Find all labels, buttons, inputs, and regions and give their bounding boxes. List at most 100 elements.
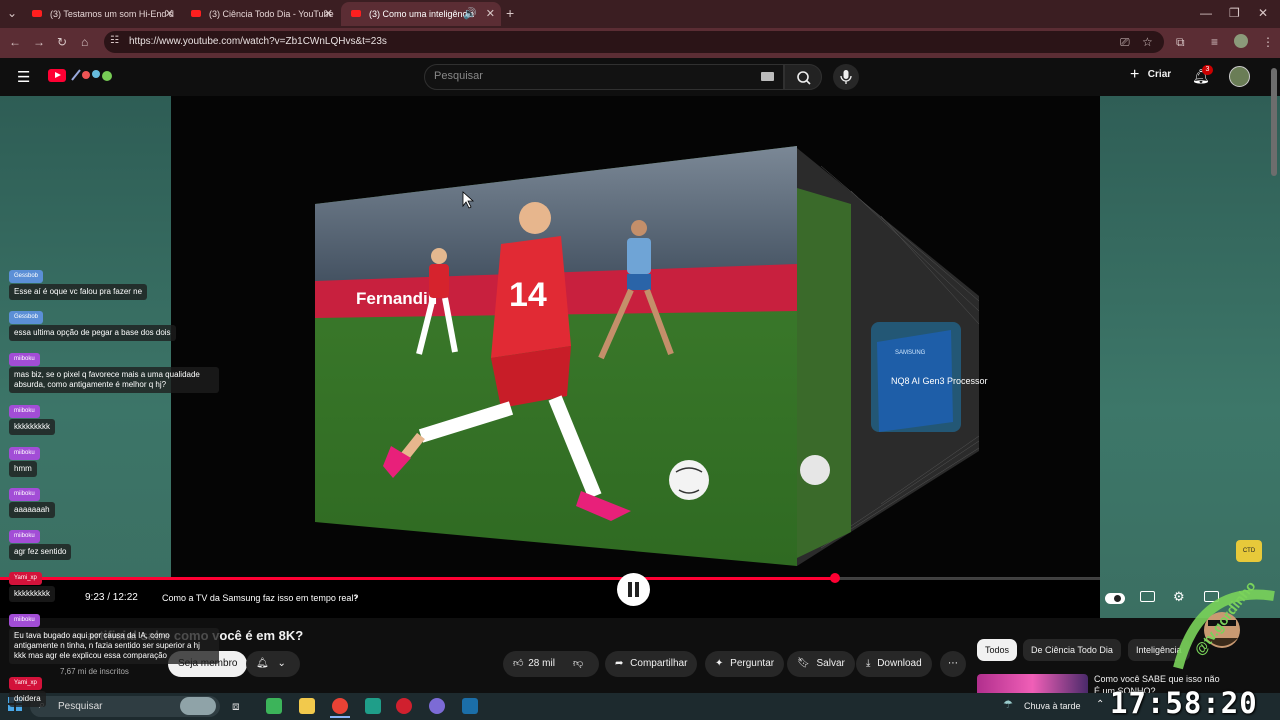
tab-search-icon[interactable]: ⌄ (7, 6, 17, 20)
like-count: 28 mil (528, 658, 555, 669)
chat-message: agr fez sentido (9, 544, 72, 560)
chat-message: doidera (9, 691, 46, 707)
like-button[interactable]: 👍︎ 28 mil (513, 658, 555, 669)
task-view-icon[interactable]: ⧈ (232, 699, 240, 714)
autoplay-toggle[interactable] (1105, 593, 1125, 604)
close-window-icon[interactable]: ✕ (1258, 6, 1268, 20)
page-scrollbar[interactable] (1271, 68, 1277, 176)
youtube-favicon-icon (351, 10, 361, 17)
cast-icon[interactable]: ⎚ (1120, 35, 1130, 50)
app-green-icon[interactable] (365, 698, 381, 714)
site-info-icon[interactable]: ☷ (110, 35, 119, 46)
active-app-indicator (330, 716, 350, 718)
youtube-favicon-icon (32, 10, 42, 17)
tab-como-uma-inteligencia[interactable]: (3) Como uma inteligência 🔊 ✕ (341, 2, 501, 26)
download-label: Download (877, 658, 922, 669)
chat-username: miiboku (9, 353, 40, 366)
chat-username: Gessbob (9, 311, 44, 324)
back-icon[interactable]: ← (9, 35, 21, 49)
minimize-window-icon[interactable]: — (1200, 6, 1212, 20)
chapter-title[interactable]: Como a TV da Samsung faz isso em tempo r… (162, 593, 358, 603)
notifications-button[interactable]: 🔔︎ 3 (1192, 65, 1213, 86)
more-actions-button[interactable]: ⋯ (940, 651, 966, 677)
soccer-ball (669, 460, 709, 500)
chat-message: kkkkkkkkk (9, 586, 55, 602)
progress-scrubber[interactable] (829, 573, 840, 583)
ask-button[interactable]: ✦ Perguntar (705, 651, 785, 677)
plus-icon: + (1130, 66, 1140, 83)
tray-chevron-icon[interactable]: ⌃ (1096, 699, 1104, 710)
close-tab-icon[interactable]: ✕ (324, 2, 333, 26)
reload-icon[interactable]: ↻ (57, 35, 67, 49)
steam-app-icon[interactable] (462, 698, 478, 714)
bookmark-star-icon[interactable]: ☆ (1142, 35, 1153, 49)
tab-title: (3) Testamos um som Hi-End d (50, 9, 174, 19)
close-tab-icon[interactable]: ✕ (165, 2, 174, 26)
chat-username: Yami_xp (9, 677, 42, 690)
search-icon (797, 71, 811, 85)
youtube-favicon-icon (191, 10, 201, 17)
chrome-app-icon[interactable] (332, 698, 348, 714)
bell-outline-icon: 🔔︎ (256, 658, 269, 669)
keyboard-icon[interactable] (761, 72, 774, 81)
chip-channel[interactable]: De Ciência Todo Dia (1023, 639, 1121, 661)
account-avatar[interactable] (1229, 66, 1250, 87)
create-label: Criar (1147, 69, 1172, 80)
new-tab-button[interactable]: + (506, 5, 514, 21)
share-button[interactable]: ➦ Compartilhar (605, 651, 698, 677)
search-button[interactable] (784, 64, 822, 90)
thumbs-down-icon: 👎︎ (573, 658, 584, 669)
create-button[interactable]: + Criar (1130, 66, 1171, 86)
chip-all[interactable]: Todos (977, 639, 1018, 661)
home-icon[interactable]: ⌂ (81, 35, 88, 49)
sparkle-icon: ✦ (715, 658, 724, 669)
subtitles-icon[interactable] (1140, 591, 1155, 602)
recommended-thumbnail[interactable] (977, 674, 1088, 694)
url-text[interactable]: https://www.youtube.com/watch?v=Zb1CWnLQ… (129, 36, 387, 47)
subscribed-bell-button[interactable]: 🔔︎ ⌄ (246, 651, 300, 677)
voice-search-button[interactable] (833, 64, 859, 90)
chevron-down-icon: ⌄ (277, 658, 286, 669)
tab-ciencia-todo-dia[interactable]: (3) Ciência Todo Dia - YouTube ✕ (181, 2, 339, 26)
chat-message: aaaaaaah (9, 502, 55, 518)
chat-username: miiboku (9, 488, 40, 501)
forward-icon[interactable]: → (33, 35, 45, 49)
hamburger-menu-icon[interactable]: ☰ (17, 68, 30, 86)
file-explorer-icon[interactable] (299, 698, 315, 714)
close-tab-icon[interactable]: ✕ (486, 2, 495, 26)
tab-hi-end[interactable]: (3) Testamos um som Hi-End d ✕ (22, 2, 180, 26)
jersey-number: 14 (509, 276, 547, 314)
profile-avatar[interactable] (1234, 34, 1248, 48)
youtube-logo[interactable] (48, 69, 66, 82)
weather-text[interactable]: Chuva à tarde (1024, 701, 1081, 711)
extensions-icon[interactable]: ⧉ (1176, 35, 1185, 50)
browser-tab-strip: ⌄ (3) Testamos um som Hi-End d ✕ (3) Ciê… (0, 0, 1280, 28)
streamer-watermark: @tv.gordinho (1170, 576, 1280, 676)
media-controls-icon[interactable]: ≡ (1211, 35, 1218, 49)
microphone-icon (840, 70, 852, 84)
save-button[interactable]: 🔖︎ Salvar (787, 651, 855, 677)
play-triangle-icon (55, 72, 61, 78)
dislike-button[interactable]: 👎︎ (573, 651, 583, 677)
restore-window-icon[interactable]: ❐ (1229, 6, 1240, 20)
time-display: 9:23 / 12:22 (85, 592, 138, 603)
share-label: Compartilhar (630, 658, 688, 669)
discord-app-icon[interactable] (429, 698, 445, 714)
notification-badge: 3 (1202, 65, 1213, 75)
chat-username: Gessbob (9, 270, 44, 283)
chapter-chevron-icon[interactable]: › (354, 591, 358, 603)
video-player[interactable]: Fernandili 14 SAMSUNG NQ8 AI Gen3 Proces… (171, 96, 1100, 578)
opera-app-icon[interactable] (396, 698, 412, 714)
audio-playing-icon[interactable]: 🔊 (463, 2, 477, 26)
browser-menu-icon[interactable]: ⋮ (1262, 35, 1274, 49)
chat-username: miiboku (9, 530, 40, 543)
doodle-art-icon (71, 69, 112, 81)
toggle-knob (1114, 595, 1121, 602)
download-button[interactable]: ⤓ Download (856, 651, 932, 677)
store-app-icon[interactable] (266, 698, 282, 714)
chat-message: Esse aí é oque vc falou pra fazer ne (9, 284, 148, 300)
save-label: Salvar (816, 658, 845, 669)
pause-button[interactable] (617, 573, 650, 606)
taskbar-search[interactable]: ⌕ Pesquisar (30, 696, 220, 717)
share-arrow-icon: ➦ (615, 658, 624, 669)
